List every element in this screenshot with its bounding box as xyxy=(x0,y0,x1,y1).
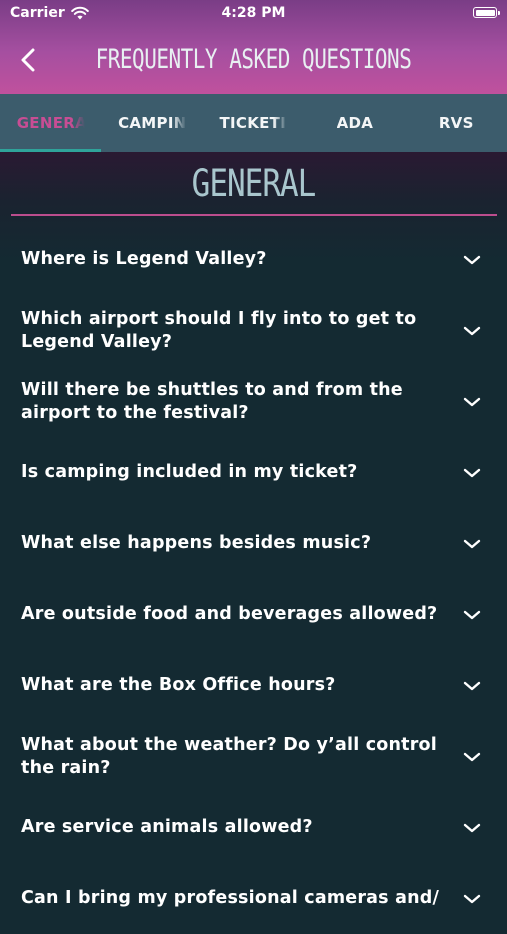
chevron-down-icon xyxy=(463,681,481,690)
faq-question: Where is Legend Valley? xyxy=(21,249,267,269)
faq-question: Will there be shuttles to and from the a… xyxy=(21,379,403,423)
faq-item[interactable]: Can I bring my professional cameras and/ xyxy=(0,863,507,934)
header: Carrier 4:28 PM FREQUENTLY ASKED QUESTIO… xyxy=(0,0,507,94)
faq-question: What are the Box Office hours? xyxy=(21,675,336,695)
tab-label: RVS xyxy=(438,114,474,132)
category-tabs: GENERAL CAMPING TICKETING ADA RVS xyxy=(0,94,507,152)
status-bar: Carrier 4:28 PM xyxy=(0,0,507,28)
chevron-down-icon xyxy=(463,894,481,903)
faq-item[interactable]: Where is Legend Valley? xyxy=(0,224,507,295)
battery-icon xyxy=(473,7,500,18)
tab-general[interactable]: GENERAL xyxy=(0,94,102,152)
chevron-down-icon xyxy=(463,610,481,619)
faq-question: Are outside food and beverages allowed? xyxy=(21,604,438,624)
faq-question: Which airport should I fly into to get t… xyxy=(21,308,417,352)
tab-ada[interactable]: ADA xyxy=(304,94,405,152)
chevron-down-icon xyxy=(463,255,481,264)
faq-question: Are service animals allowed? xyxy=(21,817,313,837)
faq-item[interactable]: Are service animals allowed? xyxy=(0,792,507,863)
faq-item[interactable]: What are the Box Office hours? xyxy=(0,650,507,721)
page-title: FREQUENTLY ASKED QUESTIONS xyxy=(95,44,412,74)
chevron-down-icon xyxy=(463,539,481,548)
faq-question: Can I bring my professional cameras and/ xyxy=(21,888,440,908)
faq-item[interactable]: Is camping included in my ticket? xyxy=(0,437,507,508)
faq-list: Where is Legend Valley? Which airport sh… xyxy=(0,224,507,934)
faq-section: GENERAL Where is Legend Valley? Which ai… xyxy=(0,152,507,908)
tab-camping[interactable]: CAMPING xyxy=(101,94,202,152)
faq-item[interactable]: Will there be shuttles to and from the a… xyxy=(0,366,507,437)
chevron-down-icon xyxy=(463,752,481,761)
section-title: GENERAL xyxy=(191,162,317,206)
faq-question: What about the weather? Do y’all control… xyxy=(21,734,437,778)
faq-item[interactable]: Which airport should I fly into to get t… xyxy=(0,295,507,366)
section-divider xyxy=(11,214,497,216)
faq-item[interactable]: What else happens besides music? xyxy=(0,508,507,579)
faq-question: What else happens besides music? xyxy=(21,533,372,553)
chevron-down-icon xyxy=(463,823,481,832)
chevron-down-icon xyxy=(463,326,481,335)
back-button[interactable] xyxy=(10,42,46,78)
tab-rvs[interactable]: RVS xyxy=(406,94,507,152)
faq-question: Is camping included in my ticket? xyxy=(21,462,358,482)
tab-label: GENERAL xyxy=(16,114,85,132)
tab-label: ADA xyxy=(336,114,374,132)
chevron-down-icon xyxy=(463,397,481,406)
faq-item[interactable]: Are outside food and beverages allowed? xyxy=(0,579,507,650)
faq-item[interactable]: What about the weather? Do y’all control… xyxy=(0,721,507,792)
chevron-left-icon xyxy=(21,48,35,72)
tab-label: CAMPING xyxy=(118,114,187,132)
chevron-down-icon xyxy=(463,468,481,477)
tab-ticketing[interactable]: TICKETING xyxy=(203,94,304,152)
status-time: 4:28 PM xyxy=(221,5,286,21)
tab-label: TICKETING xyxy=(219,114,287,132)
